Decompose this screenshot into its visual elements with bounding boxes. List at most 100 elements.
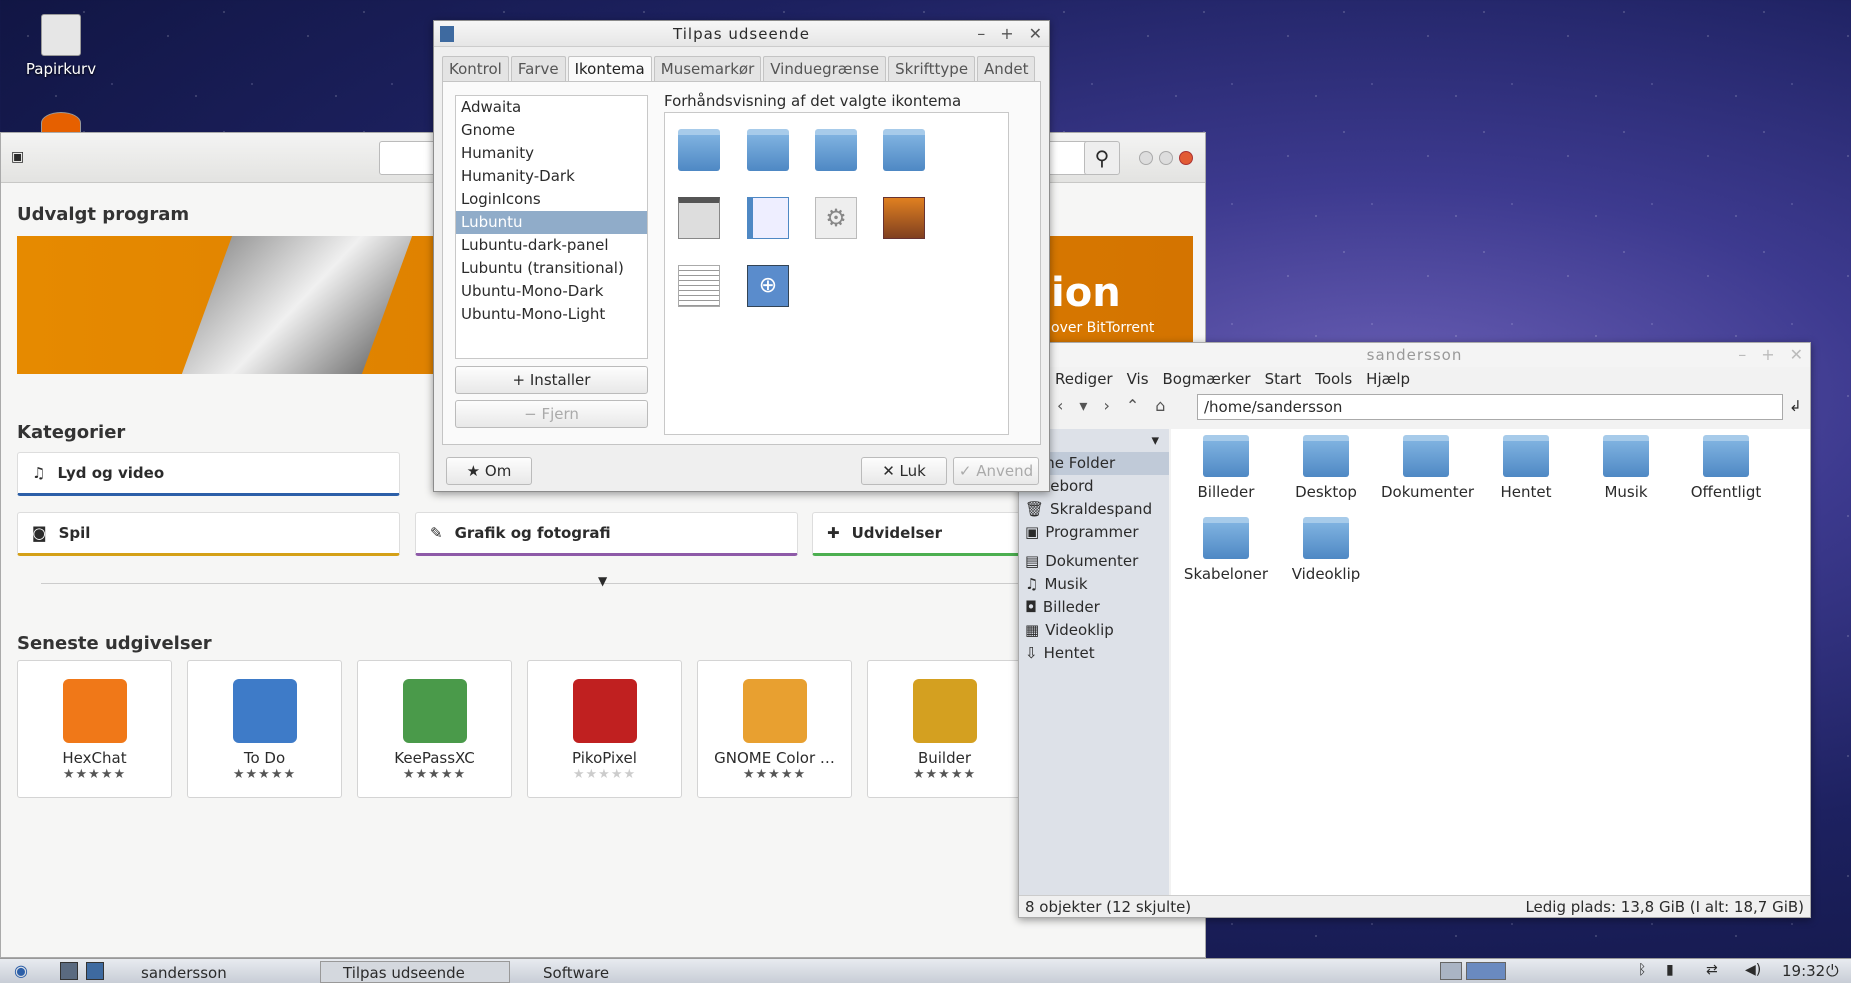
- banner-title: ion: [1051, 270, 1121, 316]
- theme-item[interactable]: LoginIcons: [456, 188, 647, 211]
- app-card[interactable]: Builder ★★★★★: [867, 660, 1022, 798]
- sidebar-place[interactable]: ▣ Programmer: [1019, 521, 1169, 544]
- close-button[interactable]: [1179, 151, 1193, 165]
- category-games[interactable]: ◙ Spil: [17, 512, 400, 556]
- minimize-button[interactable]: [1139, 151, 1153, 165]
- file-item[interactable]: Desktop: [1281, 435, 1371, 501]
- menu-item[interactable]: Vis: [1127, 370, 1149, 388]
- app-icon: [232, 679, 297, 743]
- maximize-icon[interactable]: +: [1000, 21, 1014, 47]
- tab-andet[interactable]: Andet: [977, 56, 1036, 81]
- address-bar[interactable]: /home/sandersson: [1197, 394, 1783, 420]
- sidebar-bookmark[interactable]: ◘ Billeder: [1019, 596, 1169, 619]
- theme-item[interactable]: Gnome: [456, 119, 647, 142]
- close-button[interactable]: ✕ Luk: [861, 457, 947, 485]
- home-icon[interactable]: ⌂: [1155, 396, 1165, 415]
- sidebar-bookmark[interactable]: ▦ Videoklip: [1019, 619, 1169, 642]
- bookmark-icon: ▦: [1025, 621, 1040, 639]
- close-icon[interactable]: ✕: [1790, 343, 1804, 367]
- menu-item[interactable]: Start: [1265, 370, 1302, 388]
- file-view[interactable]: Billeder Desktop Dokumenter Hentet Musik Offe…: [1171, 429, 1810, 895]
- menu-launcher-icon[interactable]: ◉: [14, 961, 28, 980]
- sidebar-bookmark[interactable]: ▤ Dokumenter: [1019, 550, 1169, 573]
- folder-icon: [815, 129, 857, 171]
- theme-item[interactable]: Humanity-Dark: [456, 165, 647, 188]
- theme-list[interactable]: Adwaita Gnome Humanity Humanity-Dark LoginIc…: [455, 95, 648, 359]
- theme-item[interactable]: Ubuntu-Mono-Light: [456, 303, 647, 326]
- maximize-icon[interactable]: +: [1761, 343, 1775, 367]
- battery-icon[interactable]: ▮: [1666, 962, 1674, 978]
- file-item[interactable]: Musik: [1581, 435, 1671, 501]
- minimize-icon[interactable]: –: [1738, 343, 1747, 367]
- menu-item[interactable]: Bogmærker: [1163, 370, 1251, 388]
- theme-item[interactable]: Adwaita: [456, 96, 647, 119]
- volume-icon[interactable]: ◀): [1745, 962, 1761, 978]
- menu-item[interactable]: Tools: [1315, 370, 1352, 388]
- sidebar-place[interactable]: 🗑 Skraldespand: [1019, 498, 1169, 521]
- tab-skrifttype[interactable]: Skrifttype: [888, 56, 976, 81]
- about-button[interactable]: ★ Om: [446, 457, 532, 485]
- category-graphics[interactable]: ✎ Grafik og fotografi: [415, 512, 798, 556]
- close-icon[interactable]: ✕: [1029, 21, 1043, 47]
- home-folder-icon: [678, 129, 720, 171]
- file-item[interactable]: Offentligt: [1681, 435, 1771, 501]
- fm-menubar: Rediger Vis Bogmærker Start Tools Hjælp: [1055, 370, 1410, 388]
- task-sandersson[interactable]: sandersson: [118, 961, 308, 983]
- tab-musemarkør[interactable]: Musemarkør: [653, 56, 762, 81]
- folder-icon: [1303, 435, 1349, 477]
- task-tilpas-udseende[interactable]: Tilpas udseende: [320, 961, 510, 983]
- show-desktop-icon[interactable]: [60, 962, 78, 980]
- clock[interactable]: 19:32: [1782, 962, 1825, 980]
- file-item[interactable]: Hentet: [1481, 435, 1571, 501]
- remove-button[interactable]: − Fjern: [455, 400, 648, 428]
- history-dropdown-icon[interactable]: ▾: [1079, 396, 1087, 415]
- minimize-icon[interactable]: –: [977, 21, 986, 47]
- tab-ikontema[interactable]: Ikontema: [567, 56, 652, 81]
- firefox-desktop-icon[interactable]: [24, 112, 98, 134]
- status-count: 8 objekter (12 skjulte): [1025, 898, 1192, 916]
- app-card[interactable]: PikoPixel ★★★★★: [527, 660, 682, 798]
- back-icon[interactable]: ‹: [1057, 396, 1063, 415]
- theme-item[interactable]: Ubuntu-Mono-Dark: [456, 280, 647, 303]
- file-item[interactable]: Billeder: [1181, 435, 1271, 501]
- tab-kontrol[interactable]: Kontrol: [442, 56, 509, 81]
- tab-farve[interactable]: Farve: [510, 56, 566, 81]
- music-icon: ♫: [32, 464, 46, 482]
- file-label: Desktop: [1295, 483, 1357, 501]
- workspace-1-icon[interactable]: [1440, 962, 1462, 980]
- theme-item[interactable]: Lubuntu-dark-panel: [456, 234, 647, 257]
- workspace-2-icon[interactable]: [1466, 962, 1506, 980]
- theme-item[interactable]: Humanity: [456, 142, 647, 165]
- sidebar-bookmark[interactable]: ♫ Musik: [1019, 573, 1169, 596]
- bluetooth-icon[interactable]: ᛒ: [1638, 962, 1646, 978]
- app-card[interactable]: HexChat ★★★★★: [17, 660, 172, 798]
- app-card[interactable]: GNOME Color … ★★★★★: [697, 660, 852, 798]
- expand-chevron-icon[interactable]: ▼: [598, 574, 607, 588]
- apply-button[interactable]: ✓ Anvend: [953, 457, 1039, 485]
- network-folder-icon: [883, 129, 925, 171]
- file-item[interactable]: Dokumenter: [1381, 435, 1474, 501]
- up-icon[interactable]: ⌃: [1126, 396, 1139, 415]
- maximize-button[interactable]: [1159, 151, 1173, 165]
- forward-icon[interactable]: ›: [1103, 396, 1109, 415]
- file-item[interactable]: Skabeloner: [1181, 517, 1271, 583]
- tab-vinduegrænse[interactable]: Vinduegrænse: [763, 56, 887, 81]
- menu-item[interactable]: Hjælp: [1366, 370, 1410, 388]
- app-card[interactable]: KeePassXC ★★★★★: [357, 660, 512, 798]
- power-icon[interactable]: ⏻: [1826, 961, 1839, 981]
- theme-item[interactable]: Lubuntu: [456, 211, 647, 234]
- workspace-icon[interactable]: [86, 962, 104, 980]
- network-icon[interactable]: ⇄: [1706, 962, 1718, 978]
- trash-desktop-icon[interactable]: Papirkurv: [24, 14, 98, 78]
- task-software[interactable]: Software: [520, 961, 720, 983]
- category-audio-video[interactable]: ♫ Lyd og video: [17, 452, 400, 496]
- install-button[interactable]: + Installer: [455, 366, 648, 394]
- search-icon[interactable]: ⚲: [1084, 141, 1120, 175]
- go-icon[interactable]: ↲: [1789, 397, 1802, 415]
- app-card[interactable]: To Do ★★★★★: [187, 660, 342, 798]
- bookmark-label: Dokumenter: [1045, 552, 1139, 570]
- sidebar-bookmark[interactable]: ⇩ Hentet: [1019, 642, 1169, 665]
- menu-item[interactable]: Rediger: [1055, 370, 1113, 388]
- theme-item[interactable]: Lubuntu (transitional): [456, 257, 647, 280]
- file-item[interactable]: Videoklip: [1281, 517, 1371, 583]
